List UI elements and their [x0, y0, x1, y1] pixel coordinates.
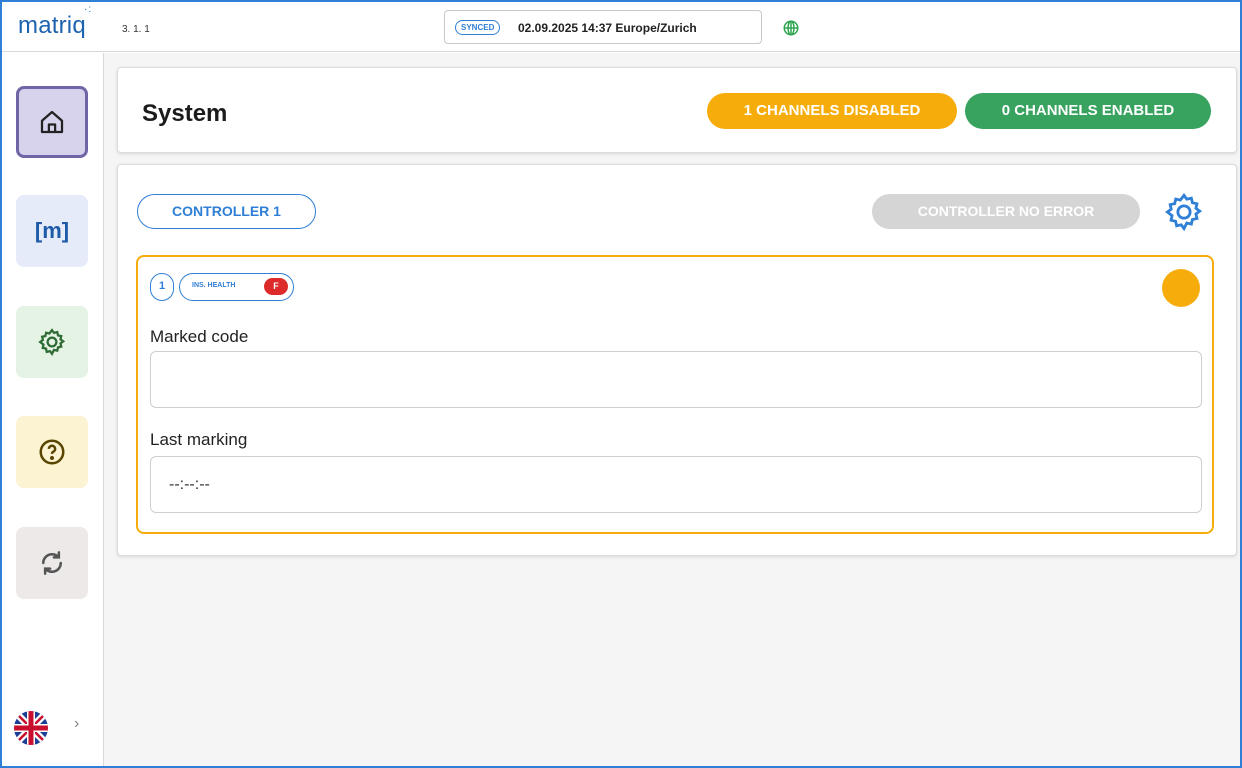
sidebar: [m] › [2, 53, 104, 766]
app-logo: matriq [18, 12, 86, 39]
controller-status-badge: CONTROLLER NO ERROR [872, 194, 1140, 229]
marked-code-field[interactable] [150, 351, 1202, 408]
marked-code-label: Marked code [150, 327, 249, 346]
datetime-text: 02.09.2025 14:37 Europe/Zurich [518, 21, 697, 35]
sidebar-item-sync[interactable] [16, 527, 88, 599]
health-fault-badge: F [264, 278, 288, 295]
uk-flag-icon[interactable] [14, 711, 48, 745]
home-icon [40, 110, 64, 134]
gear-icon [38, 328, 66, 357]
chevron-right-icon[interactable]: › [74, 715, 79, 733]
last-marking-field[interactable]: --:--:-- [150, 456, 1202, 513]
logo-dots: ·: [84, 4, 93, 15]
channel-number-chip[interactable]: 1 [150, 273, 174, 301]
page-title: System [142, 100, 228, 127]
sidebar-item-matriq[interactable]: [m] [16, 195, 88, 267]
channels-enabled-badge[interactable]: 0 CHANNELS ENABLED [965, 93, 1211, 129]
datetime-display[interactable]: SYNCED 02.09.2025 14:37 Europe/Zurich [444, 10, 762, 44]
channels-disabled-badge[interactable]: 1 CHANNELS DISABLED [707, 93, 957, 129]
refresh-icon [41, 551, 63, 575]
top-bar: matriq ·: 3. 1. 1 SYNCED 02.09.2025 14:3… [2, 2, 1240, 52]
sidebar-item-home[interactable] [16, 86, 88, 158]
main-content: System 1 CHANNELS DISABLED 0 CHANNELS EN… [104, 53, 1240, 766]
synced-badge: SYNCED [455, 20, 501, 35]
app-version: 3. 1. 1 [122, 24, 150, 35]
channel-panel: 1 INS. HEALTH F Marked code Last marking… [136, 255, 1214, 534]
sidebar-item-help[interactable] [16, 416, 88, 488]
controller-card: CONTROLLER 1 CONTROLLER NO ERROR 1 INS. … [117, 164, 1237, 556]
channel-status-indicator [1162, 269, 1200, 307]
globe-icon[interactable] [782, 19, 800, 37]
question-circle-icon [39, 439, 65, 465]
controller-name-chip[interactable]: CONTROLLER 1 [137, 194, 316, 229]
last-marking-label: Last marking [150, 430, 248, 449]
ins-health-chip[interactable]: INS. HEALTH F [179, 273, 294, 301]
sidebar-item-settings[interactable] [16, 306, 88, 378]
system-header-card: System 1 CHANNELS DISABLED 0 CHANNELS EN… [117, 67, 1237, 153]
controller-settings-gear-icon[interactable] [1162, 191, 1206, 233]
bracket-m-icon: [m] [34, 218, 70, 243]
ins-health-label: INS. HEALTH [192, 282, 236, 289]
